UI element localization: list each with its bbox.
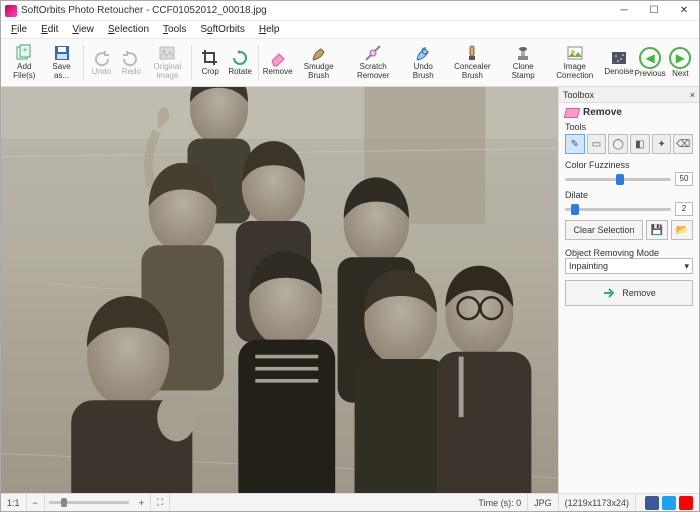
denoise-icon bbox=[610, 49, 628, 67]
youtube-icon[interactable] bbox=[679, 496, 693, 510]
clear-selection-button[interactable]: Clear Selection bbox=[565, 220, 643, 240]
save-icon bbox=[53, 44, 71, 62]
image-correction-button[interactable]: Image Correction bbox=[546, 41, 604, 84]
time-label: Time (s): 0 bbox=[472, 494, 528, 511]
svg-text:+: + bbox=[23, 45, 28, 55]
minimize-button[interactable]: ─ bbox=[609, 1, 639, 21]
rotate-button[interactable]: Rotate bbox=[225, 41, 255, 84]
menu-view[interactable]: View bbox=[66, 22, 100, 37]
toolbox-header-label: Toolbox bbox=[563, 90, 594, 100]
remove-action-button[interactable]: Remove bbox=[565, 280, 693, 306]
concealer-icon bbox=[463, 44, 481, 62]
tool-row: ✎ ▭ ◯ ◧ ✦ ⌫ bbox=[565, 134, 693, 154]
fuzziness-slider[interactable]: 50 bbox=[565, 172, 693, 186]
social-links bbox=[636, 494, 699, 511]
zoom-in-button[interactable]: + bbox=[133, 494, 151, 511]
clone-stamp-button[interactable]: Clone Stamp bbox=[501, 41, 546, 84]
image-canvas[interactable] bbox=[1, 87, 559, 493]
tool-color-select[interactable]: ◧ bbox=[630, 134, 650, 154]
toolbox-section-title: Remove bbox=[565, 107, 693, 118]
toolbox-header: Toolbox × bbox=[559, 87, 699, 103]
dilate-slider[interactable]: 2 bbox=[565, 202, 693, 216]
maximize-button[interactable]: ☐ bbox=[639, 1, 669, 21]
concealer-brush-button[interactable]: Concealer Brush bbox=[444, 41, 500, 84]
mode-label: Object Removing Mode bbox=[565, 248, 693, 258]
toolbar: +Add File(s) Save as... Undo Redo Origin… bbox=[1, 39, 699, 87]
next-button[interactable]: ▶Next bbox=[666, 41, 695, 84]
window-title: SoftOrbits Photo Retoucher - CCF01052012… bbox=[21, 5, 267, 16]
fuzziness-value[interactable]: 50 bbox=[675, 172, 693, 186]
close-button[interactable]: ✕ bbox=[669, 1, 699, 21]
crop-icon bbox=[201, 49, 219, 67]
title-bar: SoftOrbits Photo Retoucher - CCF01052012… bbox=[1, 1, 699, 21]
add-files-button[interactable]: +Add File(s) bbox=[5, 41, 44, 84]
menu-file[interactable]: File bbox=[5, 22, 33, 37]
add-files-icon: + bbox=[15, 44, 33, 62]
denoise-button[interactable]: Denoise bbox=[604, 41, 635, 84]
chevron-down-icon: ▾ bbox=[684, 261, 689, 272]
zoom-out-button[interactable]: − bbox=[27, 494, 45, 511]
fuzziness-label: Color Fuzziness bbox=[565, 160, 693, 170]
tool-deselect[interactable]: ⌫ bbox=[673, 134, 693, 154]
scratch-remover-button[interactable]: Scratch Remover bbox=[344, 41, 402, 84]
menu-edit[interactable]: Edit bbox=[35, 22, 64, 37]
mode-combobox[interactable]: Inpainting ▾ bbox=[565, 258, 693, 274]
save-as-button[interactable]: Save as... bbox=[44, 41, 80, 84]
previous-icon: ◀ bbox=[639, 47, 661, 69]
toolbox-panel: Toolbox × Remove Tools ✎ ▭ ◯ ◧ ✦ ⌫ Color… bbox=[559, 87, 699, 493]
fit-button[interactable]: ⛶ bbox=[151, 494, 170, 511]
load-selection-button[interactable]: 📂 bbox=[671, 220, 693, 240]
menu-tools[interactable]: Tools bbox=[157, 22, 192, 37]
redo-icon bbox=[122, 49, 140, 67]
app-window: SoftOrbits Photo Retoucher - CCF01052012… bbox=[0, 0, 700, 512]
mode-value: Inpainting bbox=[569, 261, 608, 271]
undo-button[interactable]: Undo bbox=[86, 41, 116, 84]
undo-icon bbox=[92, 49, 110, 67]
crop-button[interactable]: Crop bbox=[195, 41, 225, 84]
dilate-value[interactable]: 2 bbox=[675, 202, 693, 216]
undo-brush-button[interactable]: Undo Brush bbox=[402, 41, 444, 84]
dilate-label: Dilate bbox=[565, 190, 693, 200]
smudge-icon bbox=[310, 44, 328, 62]
status-bar: 1:1 − + ⛶ Time (s): 0 JPG (1219x1173x24) bbox=[1, 493, 699, 511]
tool-freeform[interactable]: ◯ bbox=[608, 134, 628, 154]
next-icon: ▶ bbox=[669, 47, 691, 69]
undo-brush-icon bbox=[414, 44, 432, 62]
clone-stamp-icon bbox=[514, 44, 532, 62]
photo-image bbox=[1, 87, 558, 493]
image-correction-icon bbox=[566, 44, 584, 62]
facebook-icon[interactable] bbox=[645, 496, 659, 510]
remove-button[interactable]: Remove bbox=[262, 41, 293, 84]
menu-selection[interactable]: Selection bbox=[102, 22, 155, 37]
content-area: Toolbox × Remove Tools ✎ ▭ ◯ ◧ ✦ ⌫ Color… bbox=[1, 87, 699, 493]
menu-softorbits[interactable]: SoftOrbits bbox=[194, 22, 250, 37]
menu-bar: File Edit View Selection Tools SoftOrbit… bbox=[1, 21, 699, 39]
menu-help[interactable]: Help bbox=[253, 22, 286, 37]
scratch-icon bbox=[364, 44, 382, 62]
zoom-slider[interactable] bbox=[45, 494, 133, 511]
previous-button[interactable]: ◀Previous bbox=[635, 41, 666, 84]
save-selection-button[interactable]: 💾 bbox=[646, 220, 668, 240]
tools-label: Tools bbox=[565, 122, 693, 132]
tool-magic-wand[interactable]: ✦ bbox=[652, 134, 672, 154]
app-icon bbox=[5, 5, 17, 17]
rotate-icon bbox=[231, 49, 249, 67]
smudge-brush-button[interactable]: Smudge Brush bbox=[293, 41, 344, 84]
dimensions-label: (1219x1173x24) bbox=[559, 494, 636, 511]
zoom-ratio[interactable]: 1:1 bbox=[1, 494, 27, 511]
arrow-right-icon bbox=[602, 286, 616, 300]
twitter-icon[interactable] bbox=[662, 496, 676, 510]
tool-marker[interactable]: ✎ bbox=[565, 134, 585, 154]
redo-button[interactable]: Redo bbox=[116, 41, 146, 84]
toolbox-close-icon[interactable]: × bbox=[690, 90, 695, 100]
tool-rect-select[interactable]: ▭ bbox=[587, 134, 607, 154]
format-label: JPG bbox=[528, 494, 559, 511]
eraser-icon bbox=[269, 49, 287, 67]
original-image-icon bbox=[158, 44, 176, 62]
original-image-button[interactable]: Original Image bbox=[146, 41, 188, 84]
eraser-icon bbox=[564, 108, 581, 118]
